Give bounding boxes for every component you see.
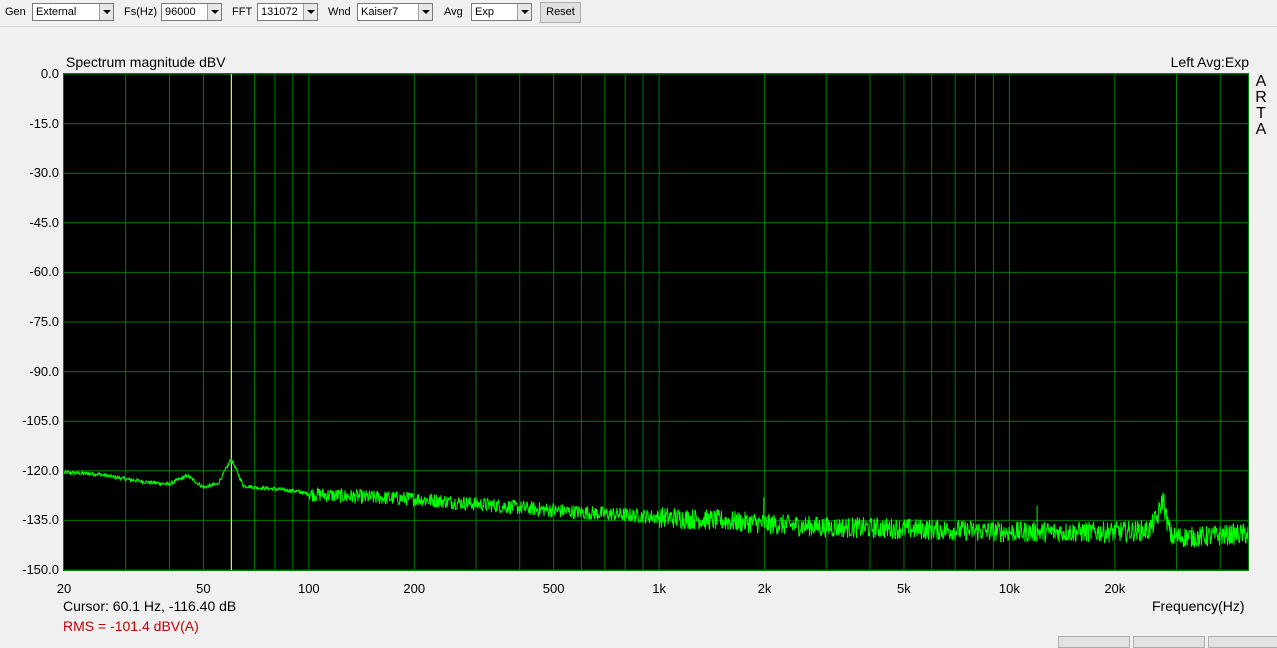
x-tick-label: 50: [196, 581, 211, 596]
brand-letter: T: [1256, 105, 1266, 122]
spectrum-svg: [64, 74, 1248, 570]
gen-select[interactable]: External: [32, 3, 114, 21]
gen-label: Gen: [5, 6, 26, 18]
wnd-value: Kaiser7: [361, 6, 399, 18]
chart-title: Spectrum magnitude dBV: [66, 54, 226, 70]
y-tick-label: -135.0: [22, 512, 59, 528]
fs-select[interactable]: 96000: [161, 3, 222, 21]
y-tick-label: -45.0: [29, 214, 59, 230]
bottom-button[interactable]: [1208, 636, 1277, 648]
chevron-down-icon[interactable]: [517, 4, 531, 20]
y-tick-label: -15.0: [29, 115, 59, 131]
x-tick-label: 5k: [897, 581, 911, 596]
fs-label: Fs(Hz): [124, 6, 157, 18]
y-tick-label: -105.0: [22, 413, 59, 429]
x-tick-label: 2k: [757, 581, 772, 596]
x-tick-label: 20: [56, 581, 72, 596]
spectrum-plot[interactable]: [63, 73, 1249, 571]
x-tick-label: 10k: [998, 581, 1020, 596]
fs-value: 96000: [165, 6, 196, 18]
x-tick-label: 500: [542, 581, 565, 596]
x-tick-label: 100: [297, 581, 320, 596]
brand-letter: A: [1255, 73, 1267, 90]
chevron-down-icon[interactable]: [207, 4, 221, 20]
x-axis-title: Frequency(Hz): [1152, 598, 1245, 614]
bottom-button[interactable]: [1058, 636, 1130, 648]
y-tick-label: -150.0: [22, 562, 59, 577]
y-tick-label: 0.0: [40, 66, 59, 81]
y-tick-label: -60.0: [29, 264, 59, 280]
bottom-button[interactable]: [1133, 636, 1205, 648]
x-tick-label: 1k: [652, 581, 666, 596]
avg-select[interactable]: Exp: [471, 3, 532, 21]
wnd-label: Wnd: [328, 6, 351, 18]
spectrum-trace: [64, 458, 1248, 548]
reset-button[interactable]: Reset: [540, 2, 581, 23]
toolbar: Gen External Fs(Hz) 96000 FFT 131072 Wnd…: [0, 0, 1277, 27]
y-tick-label: -30.0: [29, 165, 59, 181]
fft-select[interactable]: 131072: [257, 3, 318, 21]
channel-info: Left Avg:Exp: [1170, 54, 1249, 70]
y-tick-label: -120.0: [22, 462, 59, 478]
x-tick-label: 20k: [1104, 581, 1126, 596]
y-tick-label: -90.0: [29, 363, 59, 379]
wnd-select[interactable]: Kaiser7: [357, 3, 433, 21]
arta-logo: A R T A: [1254, 74, 1268, 138]
rms-readout: RMS = -101.4 dBV(A): [63, 618, 199, 634]
cursor-readout: Cursor: 60.1 Hz, -116.40 dB: [63, 598, 237, 614]
x-tick-label: 200: [403, 581, 426, 596]
chevron-down-icon[interactable]: [303, 4, 317, 20]
avg-label: Avg: [444, 6, 463, 18]
fft-value: 131072: [261, 6, 298, 18]
brand-letter: R: [1255, 89, 1267, 106]
chevron-down-icon[interactable]: [418, 4, 432, 20]
gen-value: External: [36, 6, 77, 18]
y-tick-label: -75.0: [29, 314, 59, 329]
avg-value: Exp: [475, 6, 494, 18]
fft-label: FFT: [232, 6, 253, 18]
chevron-down-icon[interactable]: [99, 4, 113, 20]
brand-letter: A: [1255, 121, 1267, 138]
